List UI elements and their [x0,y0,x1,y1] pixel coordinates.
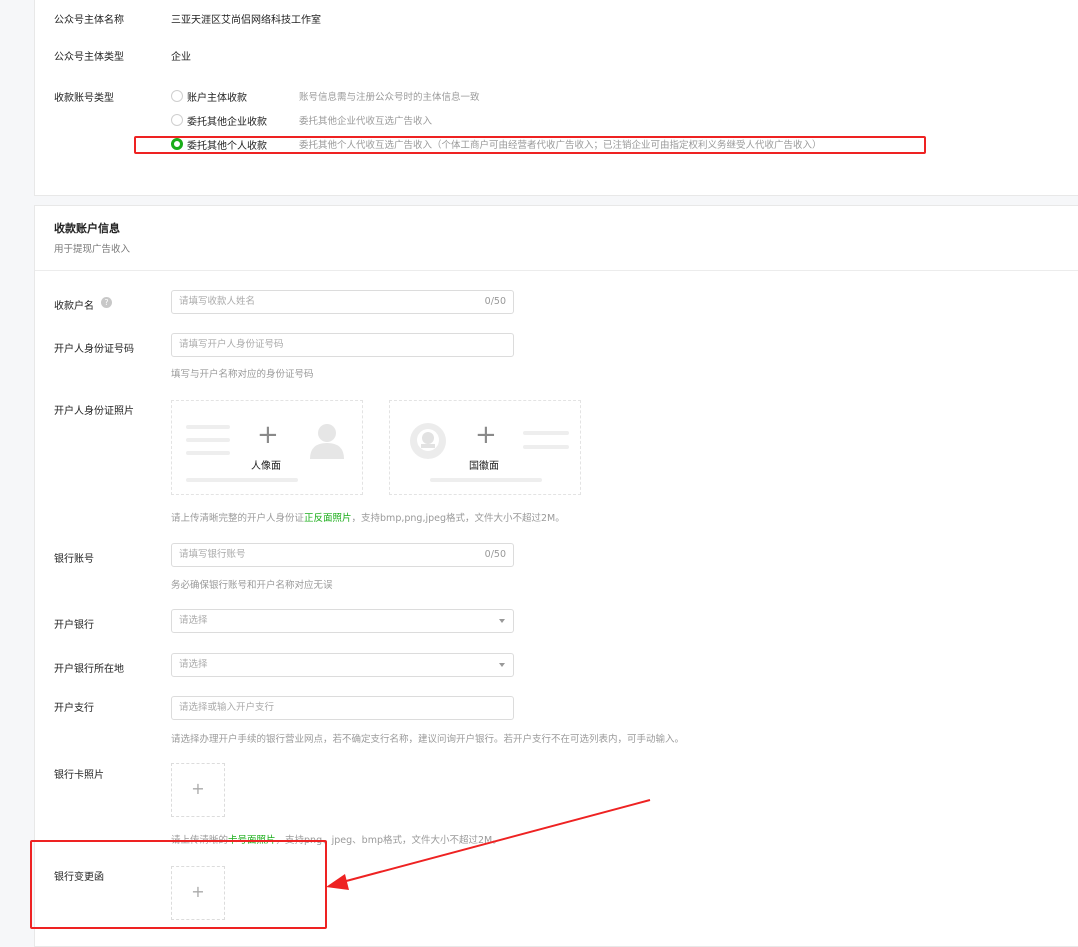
annotation-arrow [326,799,651,890]
